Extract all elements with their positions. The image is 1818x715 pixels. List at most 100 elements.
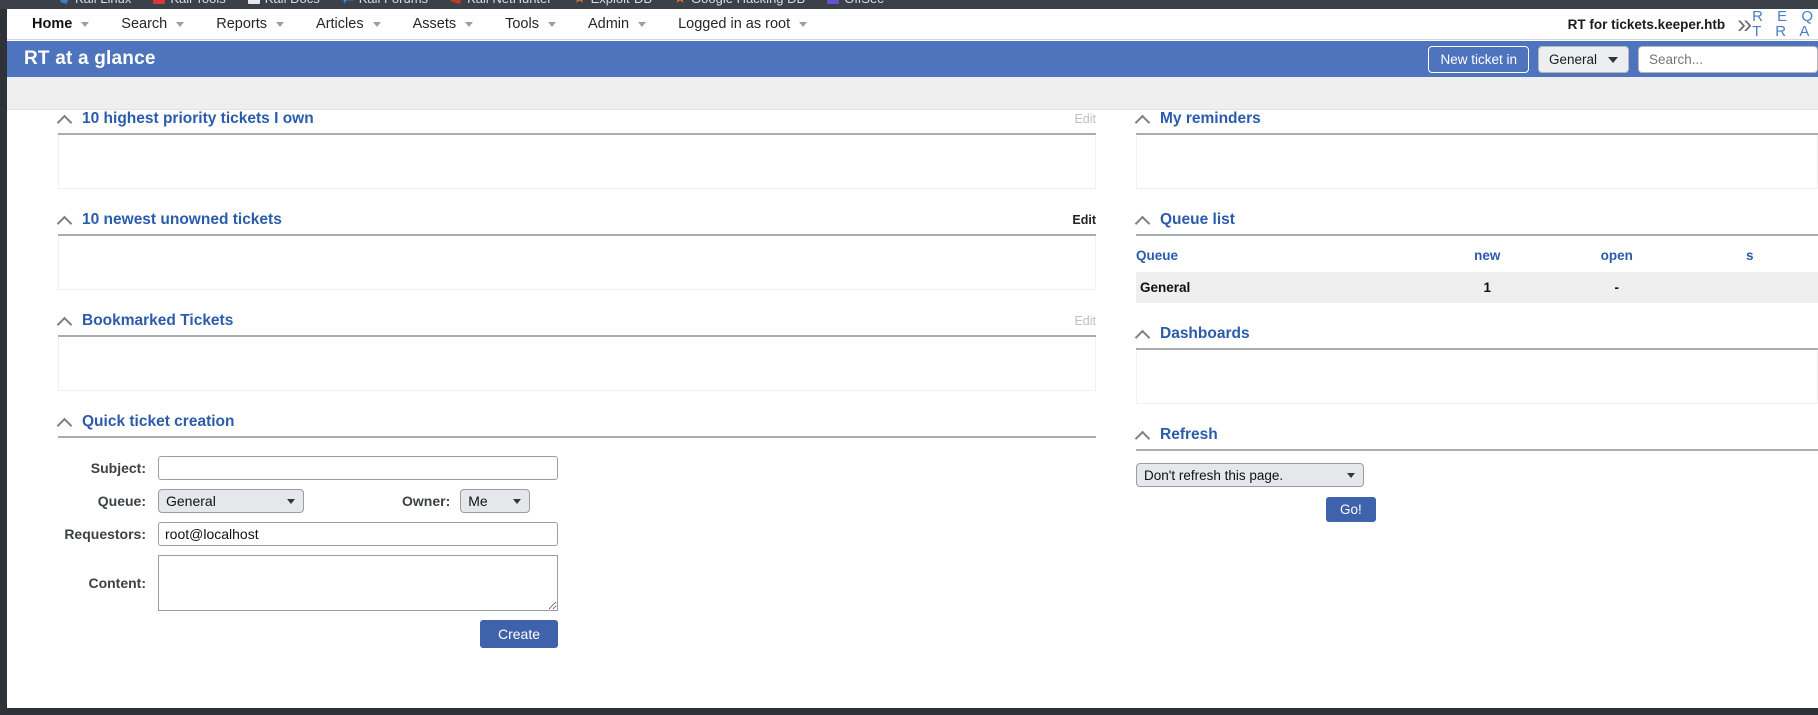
menu-right-area: RT for tickets.keeper.htb » R E Q T R A <box>1568 9 1818 40</box>
kali-nethunter-icon <box>450 0 463 4</box>
logo-line-2: T R A <box>1752 23 1815 40</box>
titlebar-actions: New ticket in General <box>1428 45 1818 73</box>
portlet-my-reminders: My reminders <box>1136 110 1818 189</box>
chevron-up-icon[interactable] <box>58 314 72 328</box>
table-header-row: Queue new open s <box>1136 236 1818 272</box>
requestors-input[interactable] <box>158 522 558 546</box>
portlet-content <box>58 236 1096 290</box>
portlet-title[interactable]: 10 highest priority tickets I own <box>82 110 314 128</box>
menu-item-home[interactable]: Home <box>16 9 105 40</box>
menu-label: Reports <box>216 16 268 32</box>
portlet-quick-ticket-creation: Quick ticket creation Subject: Queue: Ge… <box>58 413 1096 648</box>
portlet-title[interactable]: Dashboards <box>1160 325 1250 343</box>
chevron-up-icon[interactable] <box>1136 213 1150 227</box>
logo-line-1: R E Q <box>1752 8 1818 25</box>
form-row-queue-owner: Queue: General Owner: Me <box>58 489 1096 513</box>
portlet-title[interactable]: Quick ticket creation <box>82 413 234 431</box>
dashboard-right-column: My reminders Queue list Queue new open s… <box>1136 110 1818 544</box>
bookmark-kali-tools[interactable]: Kali Tools <box>153 0 226 6</box>
menu-item-search[interactable]: Search <box>105 9 200 40</box>
queue-list-table: Queue new open s General 1 - <box>1136 236 1818 303</box>
kali-forums-icon <box>341 0 354 4</box>
portlet-title[interactable]: My reminders <box>1160 110 1261 128</box>
column-header-stalled[interactable]: s <box>1682 236 1818 272</box>
column-header-new[interactable]: new <box>1422 236 1552 272</box>
portlet-queue-list: Queue list Queue new open s General 1 - <box>1136 211 1818 303</box>
table-row[interactable]: General 1 - <box>1136 272 1818 303</box>
queue-label: Queue: <box>97 493 146 509</box>
portlet-content <box>58 337 1096 391</box>
refresh-controls: Don't refresh this page. Go! <box>1136 451 1818 522</box>
chevron-down-icon <box>465 21 474 27</box>
portlet-edit-link[interactable]: Edit <box>1072 213 1096 227</box>
portlet-refresh: Refresh Don't refresh this page. Go! <box>1136 426 1818 522</box>
go-button[interactable]: Go! <box>1326 497 1376 522</box>
new-ticket-queue-select[interactable]: General <box>1538 45 1629 73</box>
form-row-create: Create <box>58 620 558 648</box>
cell-queue-name[interactable]: General <box>1136 272 1422 303</box>
chevron-up-icon[interactable] <box>58 213 72 227</box>
dashboard-left-column: 10 highest priority tickets I own Edit 1… <box>58 110 1096 670</box>
quick-ticket-form: Subject: Queue: General Owner: Me Reques… <box>58 438 1096 648</box>
portlet-title[interactable]: 10 newest unowned tickets <box>82 211 282 229</box>
chevrons-right-icon: » <box>1737 8 1752 39</box>
chevron-up-icon[interactable] <box>58 112 72 126</box>
portlet-content <box>58 135 1096 189</box>
search-input[interactable] <box>1638 45 1818 73</box>
chevron-up-icon[interactable] <box>1136 428 1150 442</box>
bookmark-kali-nethunter[interactable]: Kali NetHunter <box>450 0 552 6</box>
star-icon <box>674 0 686 3</box>
portlet-title[interactable]: Queue list <box>1160 211 1235 229</box>
menu-items: Home Search Reports Articles Assets Tool… <box>0 9 823 40</box>
menu-item-assets[interactable]: Assets <box>397 9 490 40</box>
chevron-down-icon <box>547 21 556 27</box>
portlet-edit-link[interactable]: Edit <box>1074 314 1096 328</box>
owner-select[interactable]: Me <box>460 489 531 513</box>
subject-input[interactable] <box>158 456 558 480</box>
portlet-title[interactable]: Bookmarked Tickets <box>82 312 233 330</box>
bookmark-google-hacking-db[interactable]: Google Hacking DB <box>674 0 805 6</box>
menu-item-tools[interactable]: Tools <box>489 9 572 40</box>
menu-item-reports[interactable]: Reports <box>200 9 300 40</box>
chevron-up-icon[interactable] <box>1136 112 1150 126</box>
menu-item-logged-in-as-root[interactable]: Logged in as root <box>662 9 823 40</box>
page-titlebar: RT at a glance New ticket in General <box>0 41 1818 77</box>
column-header-queue[interactable]: Queue <box>1136 236 1422 272</box>
portlet-edit-link[interactable]: Edit <box>1074 112 1096 126</box>
content-textarea[interactable] <box>158 555 558 611</box>
browser-bottom-edge <box>0 708 1818 715</box>
menu-item-admin[interactable]: Admin <box>572 9 662 40</box>
bookmark-kali-linux[interactable]: Kali Linux <box>58 0 131 6</box>
offsec-icon <box>827 0 840 4</box>
chevron-up-icon[interactable] <box>1136 327 1150 341</box>
menu-label: Home <box>32 16 73 32</box>
refresh-select-wrap: Don't refresh this page. <box>1136 463 1364 487</box>
request-tracker-logo[interactable]: » R E Q T R A <box>1737 9 1818 40</box>
chevron-up-icon[interactable] <box>58 415 72 429</box>
bookmark-kali-forums[interactable]: Kali Forums <box>341 0 428 6</box>
bookmark-label: Kali Tools <box>170 0 225 6</box>
new-ticket-queue-select-wrap: General <box>1538 45 1629 73</box>
queue-select[interactable]: General <box>158 489 304 513</box>
menu-label: Articles <box>316 16 364 32</box>
portlet-title[interactable]: Refresh <box>1160 426 1218 444</box>
column-header-open[interactable]: open <box>1552 236 1682 272</box>
refresh-go-row: Go! <box>1136 497 1818 522</box>
bookmark-kali-docs[interactable]: Kali Docs <box>247 0 320 6</box>
portlet-bookmarked-tickets: Bookmarked Tickets Edit <box>58 312 1096 391</box>
subject-label: Subject: <box>90 460 146 476</box>
refresh-interval-select[interactable]: Don't refresh this page. <box>1136 463 1364 487</box>
bookmark-offsec[interactable]: OffSec <box>827 0 884 6</box>
menu-label: Search <box>121 16 168 32</box>
new-ticket-button[interactable]: New ticket in <box>1428 45 1529 73</box>
portlet-dashboards: Dashboards <box>1136 325 1818 404</box>
bookmark-label: Kali NetHunter <box>467 0 552 6</box>
menu-item-articles[interactable]: Articles <box>300 9 397 40</box>
chevron-down-icon <box>81 21 90 27</box>
bookmark-exploit-db[interactable]: Exploit-DB <box>573 0 652 6</box>
star-icon <box>573 0 586 3</box>
form-row-content: Content: <box>58 555 1096 611</box>
create-button[interactable]: Create <box>479 620 558 648</box>
portlet-newest-unowned-tickets: 10 newest unowned tickets Edit <box>58 211 1096 290</box>
chevron-down-icon <box>372 21 381 27</box>
